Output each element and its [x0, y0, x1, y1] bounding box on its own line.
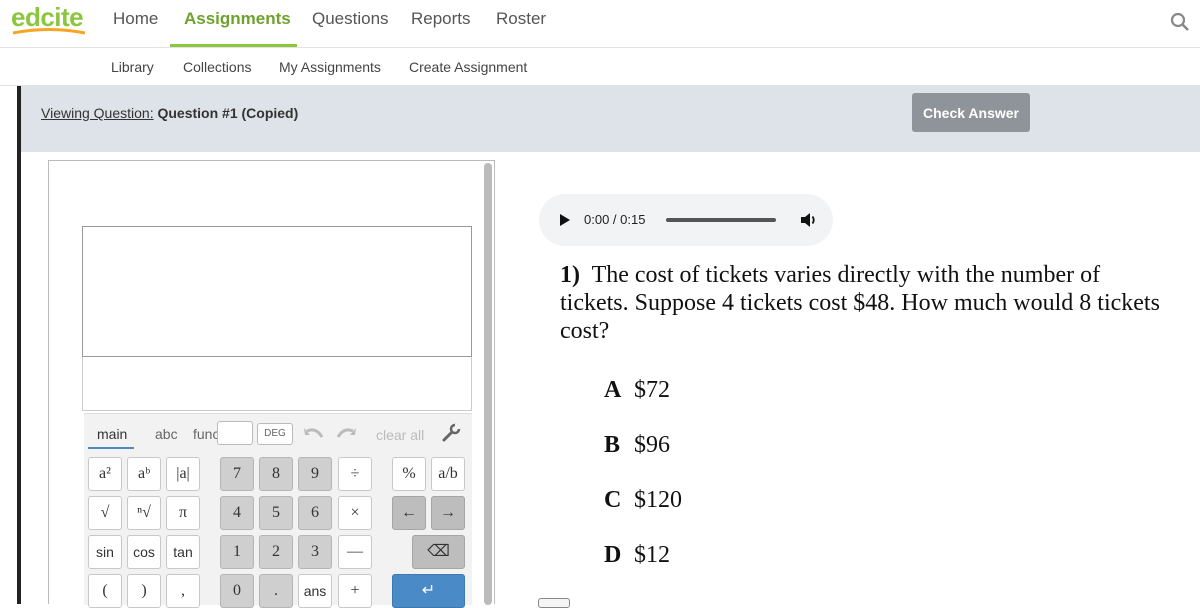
key-square[interactable]: a² [88, 457, 122, 491]
key-decimal[interactable]: . [259, 574, 293, 608]
key-8[interactable]: 8 [259, 457, 293, 491]
answer-preview-box [217, 421, 253, 445]
key-2[interactable]: 2 [259, 535, 293, 569]
logo-swoosh-icon [12, 28, 86, 35]
calculator-keypad: a² aᵇ |a| 7 8 9 ÷ % a/b √ ⁿ√ π 4 5 6 × ←… [84, 449, 472, 608]
redo-icon[interactable] [336, 423, 358, 441]
key-plus[interactable]: + [338, 574, 372, 608]
subnav-library[interactable]: Library [111, 59, 154, 75]
check-answer-button[interactable]: Check Answer [912, 93, 1030, 132]
key-percent[interactable]: % [392, 457, 426, 491]
key-ans[interactable]: ans [298, 574, 332, 608]
key-power[interactable]: aᵇ [127, 457, 161, 491]
key-abs[interactable]: |a| [166, 457, 200, 491]
choice-letter: B [604, 432, 621, 458]
calculator-scrollbar[interactable] [484, 163, 492, 605]
key-3[interactable]: 3 [298, 535, 332, 569]
key-1[interactable]: 1 [220, 535, 254, 569]
choice-letter: D [604, 542, 622, 568]
subnav-my-assignments[interactable]: My Assignments [279, 59, 381, 75]
choice-c[interactable]: C $120 [604, 487, 682, 514]
wrench-icon[interactable] [441, 423, 461, 443]
choice-value: $72 [634, 377, 670, 403]
key-9[interactable]: 9 [298, 457, 332, 491]
key-sin[interactable]: sin [88, 535, 122, 569]
question-body: The cost of tickets varies directly with… [560, 262, 1160, 344]
tab-abc[interactable]: abc [155, 426, 178, 442]
clear-all-button[interactable]: clear all [376, 427, 424, 443]
sub-nav: Library Collections My Assignments Creat… [0, 48, 1200, 86]
partial-control[interactable] [538, 598, 570, 608]
key-5[interactable]: 5 [259, 496, 293, 530]
choice-value: $96 [634, 432, 670, 458]
choice-letter: C [604, 487, 622, 513]
key-6[interactable]: 6 [298, 496, 332, 530]
key-minus[interactable]: — [338, 535, 372, 569]
play-icon[interactable] [559, 213, 571, 227]
volume-icon[interactable] [798, 210, 818, 230]
key-open-paren[interactable]: ( [88, 574, 122, 608]
key-divide[interactable]: ÷ [338, 457, 372, 491]
question-title: Question #1 (Copied) [157, 105, 299, 121]
calculator-input[interactable] [82, 357, 472, 411]
choice-b[interactable]: B $96 [604, 432, 670, 459]
nav-assignments[interactable]: Assignments [184, 9, 291, 29]
question-number: 1) [560, 262, 580, 288]
nav-reports[interactable]: Reports [411, 9, 471, 29]
nav-roster[interactable]: Roster [496, 9, 546, 29]
viewing-question-bar: Viewing Question: Question #1 (Copied) C… [21, 86, 1200, 152]
key-close-paren[interactable]: ) [127, 574, 161, 608]
audio-player: 0:00 / 0:15 [539, 194, 833, 246]
subnav-collections[interactable]: Collections [183, 59, 251, 75]
choice-letter: A [604, 377, 622, 403]
key-comma[interactable]: , [166, 574, 200, 608]
key-nth-root[interactable]: ⁿ√ [127, 496, 161, 530]
key-cos[interactable]: cos [127, 535, 161, 569]
subnav-create-assignment[interactable]: Create Assignment [409, 59, 527, 75]
key-right-arrow[interactable]: → [431, 496, 465, 530]
viewing-question-label: Viewing Question: Question #1 (Copied) [41, 105, 298, 121]
page-left-border [17, 86, 21, 604]
key-enter[interactable]: ↵ [392, 574, 465, 608]
question-text: 1) The cost of tickets varies directly w… [560, 261, 1170, 345]
key-backspace[interactable]: ⌫ [412, 535, 465, 569]
audio-progress-track[interactable] [666, 218, 776, 222]
key-0[interactable]: 0 [220, 574, 254, 608]
key-pi[interactable]: π [166, 496, 200, 530]
key-multiply[interactable]: × [338, 496, 372, 530]
search-icon[interactable] [1170, 12, 1190, 32]
undo-icon[interactable] [302, 423, 324, 441]
key-fraction[interactable]: a/b [431, 457, 465, 491]
calculator-display [82, 226, 472, 357]
choice-a[interactable]: A $72 [604, 377, 670, 404]
key-sqrt[interactable]: √ [88, 496, 122, 530]
key-tan[interactable]: tan [166, 535, 200, 569]
nav-home[interactable]: Home [113, 9, 158, 29]
deg-toggle-button[interactable]: DEG [257, 423, 293, 445]
audio-time: 0:00 / 0:15 [584, 212, 646, 227]
choice-d[interactable]: D $12 [604, 542, 670, 569]
key-left-arrow[interactable]: ← [392, 496, 426, 530]
key-7[interactable]: 7 [220, 457, 254, 491]
choice-value: $12 [634, 542, 670, 568]
tab-func[interactable]: func [193, 426, 219, 442]
key-4[interactable]: 4 [220, 496, 254, 530]
tab-main[interactable]: main [97, 426, 127, 442]
top-nav: edcite Home Assignments Questions Report… [0, 0, 1200, 48]
edcite-logo[interactable]: edcite [11, 2, 87, 38]
viewing-question-link[interactable]: Viewing Question: [41, 105, 154, 121]
nav-questions[interactable]: Questions [312, 9, 389, 29]
choice-value: $120 [634, 487, 682, 513]
nav-active-underline [170, 44, 297, 47]
calculator-panel: main abc func DEG clear all a² aᵇ |a| 7 … [48, 160, 495, 608]
calculator-toolbar: main abc func DEG clear all [84, 413, 472, 450]
